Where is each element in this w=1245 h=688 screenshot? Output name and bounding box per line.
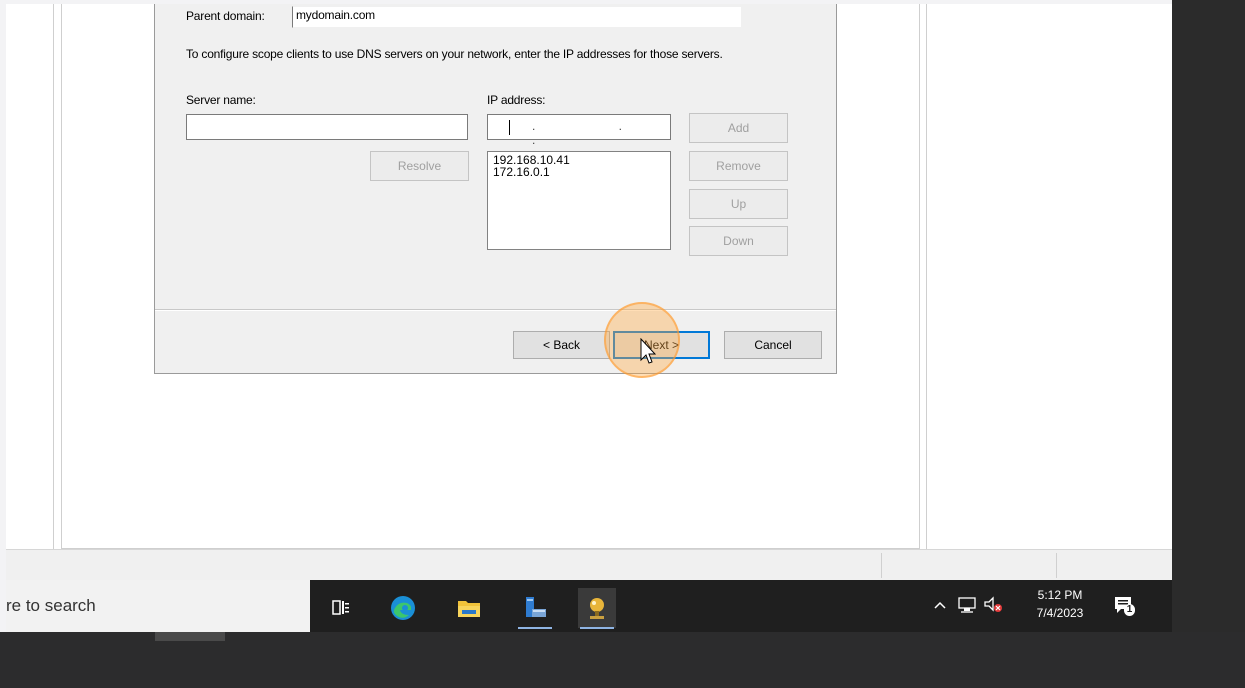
ip-address-dots: . . .	[532, 119, 663, 147]
chevron-up-icon[interactable]	[933, 600, 947, 610]
tree-pane-divider	[53, 4, 54, 549]
status-bar	[6, 549, 1172, 581]
dark-background-right	[1172, 0, 1245, 632]
notification-icon[interactable]: 1	[1113, 594, 1135, 618]
content-pane-border-right	[919, 4, 920, 549]
system-clock[interactable]: 5:12 PM 7/4/2023	[1026, 586, 1094, 622]
back-button[interactable]: < Back	[513, 331, 610, 359]
new-scope-wizard-dialog: Parent domain: mydomain.com To configure…	[154, 4, 837, 374]
down-button[interactable]: Down	[689, 226, 788, 256]
search-placeholder: re to search	[6, 596, 96, 615]
add-button[interactable]: Add	[689, 113, 788, 143]
dhcp-icon[interactable]	[578, 588, 616, 629]
parent-domain-label: Parent domain:	[186, 9, 265, 23]
server-name-input[interactable]	[186, 114, 468, 140]
parent-domain-value: mydomain.com	[296, 8, 375, 22]
resolve-button[interactable]: Resolve	[370, 151, 469, 181]
clock-time: 5:12 PM	[1037, 588, 1083, 602]
server-name-label: Server name:	[186, 93, 256, 107]
ip-address-input[interactable]: . . .	[487, 114, 671, 147]
file-explorer-icon[interactable]	[450, 588, 488, 628]
task-view-icon[interactable]	[322, 588, 360, 628]
remove-button[interactable]: Remove	[689, 151, 788, 181]
parent-domain-field[interactable]: mydomain.com	[292, 6, 742, 28]
clock-date: 7/4/2023	[1036, 606, 1084, 620]
dns-instructions-text: To configure scope clients to use DNS se…	[186, 47, 723, 61]
dns-server-ip-list[interactable]: 192.168.10.41 172.16.0.1	[487, 151, 671, 250]
actions-pane-divider	[926, 4, 927, 549]
dark-background-bottom	[0, 632, 1245, 688]
server-manager-icon[interactable]	[516, 588, 554, 629]
wizard-footer-separator	[155, 309, 836, 311]
ip-list-item[interactable]: 172.16.0.1	[493, 166, 665, 178]
text-cursor	[509, 120, 510, 135]
up-button[interactable]: Up	[689, 189, 788, 219]
volume-muted-icon[interactable]	[983, 596, 1003, 614]
mouse-pointer-icon	[640, 338, 656, 364]
edge-icon[interactable]	[384, 588, 422, 628]
ip-address-label: IP address:	[487, 93, 546, 107]
content-pane-border-left	[61, 4, 62, 549]
windows-taskbar: re to search 5:12 PM 7/4/2023 1	[6, 580, 1172, 632]
notification-badge: 1	[1124, 604, 1135, 616]
taskbar-search-box[interactable]: re to search	[6, 580, 310, 632]
network-icon[interactable]	[957, 596, 977, 614]
cancel-button[interactable]: Cancel	[724, 331, 822, 359]
